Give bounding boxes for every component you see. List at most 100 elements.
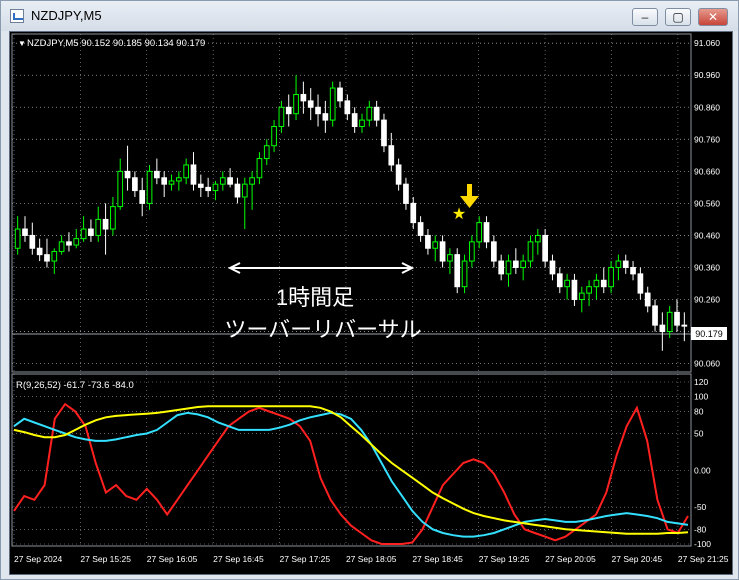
- candle-body: [29, 234, 36, 249]
- title-bar[interactable]: NZDJPY,M5 – ▢ ✕: [1, 1, 738, 31]
- candle-body: [608, 266, 614, 288]
- candle-body: [256, 158, 263, 179]
- candle-body: [51, 250, 58, 262]
- candle-body: [622, 260, 629, 268]
- candle-body: [432, 241, 439, 249]
- candle-body: [161, 177, 168, 185]
- candle-body: [80, 228, 87, 240]
- price-tick-label: 90.660: [694, 166, 720, 176]
- time-tick-label: 27 Sep 18:05: [346, 554, 397, 564]
- candle-body: [454, 254, 461, 288]
- price-tick-label: 90.760: [694, 134, 720, 144]
- candle-body: [175, 177, 182, 182]
- indicator-tick-label: 50: [694, 429, 704, 439]
- candle-body: [410, 202, 417, 224]
- candle-body: [307, 100, 314, 108]
- candle-body: [22, 228, 28, 236]
- candle-body: [36, 247, 43, 256]
- candle-body: [512, 260, 519, 268]
- candle-body: [110, 206, 116, 230]
- candle-body: [14, 228, 21, 249]
- time-tick-label: 27 Sep 2024: [14, 554, 62, 564]
- candle-body: [124, 170, 131, 179]
- candle-body: [329, 87, 336, 121]
- candle-body: [102, 218, 109, 230]
- candle-body: [593, 279, 600, 288]
- candle-body: [190, 164, 197, 185]
- candle-body: [373, 106, 380, 121]
- candle-body: [197, 183, 204, 188]
- price-axis: 91.060 90.960 90.860 90.760 90.660 90.560 90.4…: [694, 38, 720, 368]
- candle-body: [366, 106, 373, 121]
- candle-body: [388, 145, 395, 166]
- candle-body: [564, 279, 570, 288]
- candle-body: [263, 145, 270, 160]
- candle-body: [469, 241, 475, 262]
- signal-star-icon: ★: [452, 206, 466, 223]
- annotation-title: 1時間足: [276, 285, 354, 310]
- candle-body: [88, 228, 94, 236]
- candle-body: [285, 106, 292, 115]
- indicator-tick-label: 0.00: [694, 465, 711, 475]
- candle-body: [659, 324, 666, 333]
- close-button[interactable]: ✕: [698, 8, 728, 26]
- maximize-button[interactable]: ▢: [665, 8, 691, 26]
- price-tick-label: 90.460: [694, 230, 720, 240]
- chart-header: NZDJPY,M5 90.152 90.185 90.134 90.179: [27, 38, 205, 49]
- price-tick-label: 90.860: [694, 102, 720, 112]
- candle-body: [681, 324, 688, 327]
- candle-body: [146, 170, 153, 204]
- time-tick-label: 27 Sep 20:45: [612, 554, 663, 564]
- candle-body: [154, 170, 160, 179]
- annotation-subtitle: ツーバーリバーサル: [224, 317, 421, 342]
- candle-body: [652, 305, 658, 326]
- candle-body: [241, 183, 248, 198]
- candle-body: [73, 238, 80, 246]
- candle-body: [491, 241, 497, 262]
- time-tick-label: 27 Sep 20:05: [545, 554, 596, 564]
- candle-body: [205, 186, 211, 192]
- price-tick-label: 90.260: [694, 295, 720, 305]
- price-tick-label: 90.360: [694, 262, 720, 272]
- candle-body: [542, 234, 548, 262]
- candle-body: [132, 177, 138, 192]
- candle-body: [439, 241, 446, 262]
- candle-body: [549, 260, 556, 275]
- candle-body: [351, 113, 358, 128]
- candle-body: [417, 222, 424, 236]
- candle-body: [227, 177, 233, 185]
- candle-body: [381, 119, 387, 147]
- candle-body: [322, 113, 329, 121]
- candle-body: [644, 292, 651, 307]
- candle-body: [520, 260, 527, 268]
- candle-body: [139, 190, 146, 204]
- candle-body: [527, 241, 534, 262]
- candle-body: [483, 222, 490, 243]
- time-tick-label: 27 Sep 17:25: [280, 554, 331, 564]
- indicator-line: [13, 411, 689, 538]
- header-marker-icon: ▼: [18, 39, 26, 48]
- time-tick-label: 27 Sep 19:25: [479, 554, 530, 564]
- time-tick-label: 27 Sep 16:45: [213, 554, 264, 564]
- price-tick-label: 90.960: [694, 70, 720, 80]
- candle-body: [168, 180, 175, 185]
- indicator-lines: [13, 402, 689, 545]
- chart-canvas[interactable]: 91.060 90.960 90.860 90.760 90.660 90.560 90.4…: [10, 32, 732, 574]
- chart-area[interactable]: 91.060 90.960 90.860 90.760 90.660 90.560 90.4…: [9, 31, 733, 575]
- candle-body: [578, 292, 585, 301]
- candle-body: [44, 254, 50, 262]
- candle-body: [58, 241, 65, 252]
- candle-body: [556, 273, 563, 288]
- minimize-button[interactable]: –: [632, 8, 658, 26]
- indicator-tick-label: 100: [694, 392, 708, 402]
- time-tick-label: 27 Sep 15:25: [80, 554, 131, 564]
- candle-body: [534, 234, 541, 243]
- candle-body: [300, 93, 307, 102]
- candle-body: [425, 234, 431, 249]
- current-price-label: 90.179: [695, 329, 723, 339]
- indicator-tick-label: -100: [694, 539, 711, 549]
- candle-body: [278, 106, 285, 128]
- candle-body: [95, 218, 102, 236]
- candle-body: [630, 266, 636, 275]
- candle-body: [395, 164, 402, 185]
